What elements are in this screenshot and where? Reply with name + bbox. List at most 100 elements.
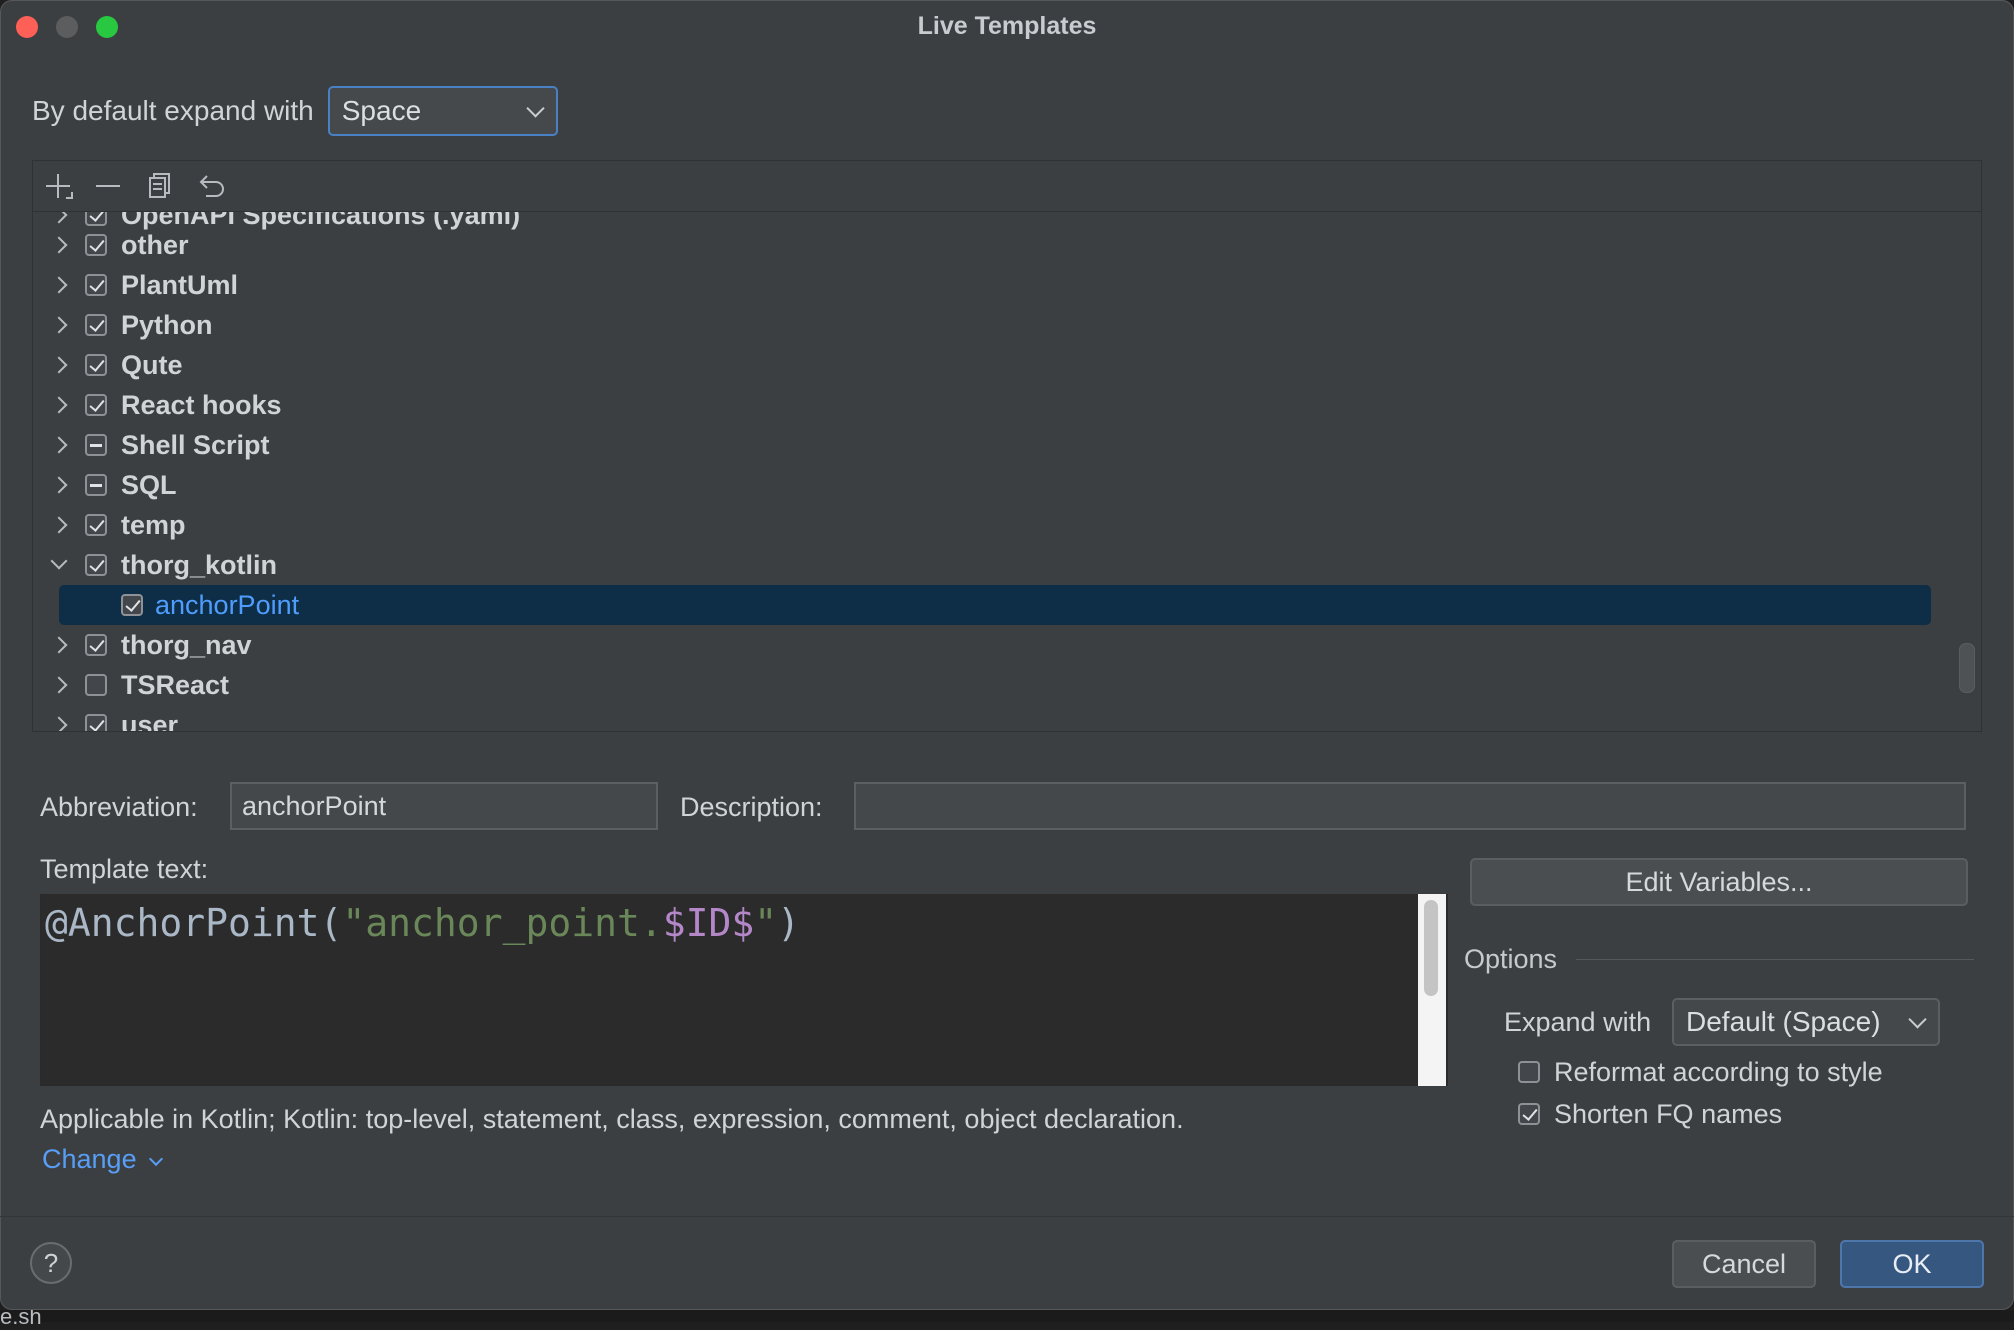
chevron-right-icon[interactable] [50,211,68,224]
group-checkbox-unchecked[interactable] [85,674,107,696]
undo-icon [199,175,224,197]
reformat-label: Reformat according to style [1554,1056,1883,1087]
remove-template-button[interactable] [91,169,125,203]
help-button[interactable]: ? [30,1242,72,1284]
options-divider [1576,959,1974,960]
chevron-right-icon[interactable] [50,636,68,654]
chevron-down-icon[interactable] [50,552,68,570]
title-bar: Live Templates [0,0,2014,54]
group-checkbox[interactable] [85,554,107,576]
tree-group-plantuml[interactable]: PlantUml [33,265,1981,305]
template-checkbox[interactable] [121,594,143,616]
minus-icon [96,185,120,187]
group-checkbox[interactable] [85,394,107,416]
editor-scrollbar-thumb[interactable] [1424,900,1438,996]
chevron-right-icon[interactable] [50,476,68,494]
group-checkbox-partial[interactable] [85,434,107,456]
group-label: temp [121,509,186,540]
revert-template-button[interactable] [193,169,227,203]
abbreviation-input[interactable]: anchorPoint [230,782,658,830]
group-label: SQL [121,469,177,500]
live-templates-dialog: Live Templates By default expand with Sp… [0,0,2014,1310]
tree-group-user[interactable]: user [33,705,1981,731]
group-checkbox[interactable] [85,514,107,536]
group-label: other [121,229,189,260]
group-checkbox[interactable] [85,274,107,296]
group-label: TSReact [121,669,230,700]
tree-group-other[interactable]: other [33,225,1981,265]
expand-with-select[interactable]: Default (Space) [1672,998,1940,1046]
edit-variables-button[interactable]: Edit Variables... [1470,858,1968,906]
group-label: React hooks [121,389,282,420]
templates-tree: OpenAPI Specifications (.yaml) other Pla… [33,211,1981,731]
code-paren: ) [777,901,801,945]
tree-item-anchor-point[interactable]: anchorPoint [59,585,1931,625]
cancel-button[interactable]: Cancel [1672,1240,1816,1288]
expand-with-value: Default (Space) [1686,1006,1881,1037]
tree-group-thorg-kotlin[interactable]: thorg_kotlin [33,545,1981,585]
description-label: Description: [680,792,823,822]
plus-icon [46,174,73,199]
group-checkbox[interactable] [85,354,107,376]
group-label: thorg_kotlin [121,549,277,580]
tree-group-shell-script[interactable]: Shell Script [33,425,1981,465]
code-string: "anchor_point. [342,901,663,945]
shorten-fq-label: Shorten FQ names [1554,1098,1783,1129]
chevron-right-icon[interactable] [50,676,68,694]
group-label: Python [121,309,213,340]
code-string-end: " [754,901,778,945]
tree-group-tsreact[interactable]: TSReact [33,665,1981,705]
group-checkbox[interactable] [85,211,107,226]
group-checkbox[interactable] [85,234,107,256]
applicable-contexts-text: Applicable in Kotlin; Kotlin: top-level,… [40,1104,1184,1134]
template-text-editor[interactable]: @AnchorPoint("anchor_point.$ID$") [40,894,1448,1086]
default-expand-row: By default expand with Space [32,86,558,136]
add-template-button[interactable] [41,169,75,203]
chevron-right-icon[interactable] [50,276,68,294]
group-label: Qute [121,349,183,380]
tree-group-qute[interactable]: Qute [33,345,1981,385]
tree-group-temp[interactable]: temp [33,505,1981,545]
default-expand-select[interactable]: Space [327,86,558,136]
template-text-label: Template text: [40,854,209,884]
copy-icon [149,173,170,198]
group-checkbox[interactable] [85,714,107,731]
abbreviation-label: Abbreviation: [40,792,198,822]
tree-group-python[interactable]: Python [33,305,1981,345]
change-link-label: Change [42,1144,137,1174]
chevron-right-icon[interactable] [50,716,68,731]
chevron-right-icon[interactable] [50,436,68,454]
options-header: Options [1464,944,1558,974]
change-contexts-link[interactable]: Change [42,1144,163,1175]
chevron-right-icon[interactable] [50,236,68,254]
chevron-right-icon[interactable] [50,316,68,334]
group-label: Shell Script [121,429,270,460]
chevron-right-icon[interactable] [50,396,68,414]
group-checkbox[interactable] [85,314,107,336]
background-strip [0,1310,2014,1322]
chevron-down-icon [148,1151,163,1167]
chevron-right-icon[interactable] [50,516,68,534]
group-label: PlantUml [121,269,239,300]
tree-group-thorg-nav[interactable]: thorg_nav [33,625,1981,665]
copy-template-button[interactable] [143,169,177,203]
description-input[interactable] [854,782,1966,830]
tree-group-react-hooks[interactable]: React hooks [33,385,1981,425]
reformat-option[interactable]: Reformat according to style [1518,1057,1883,1087]
group-checkbox-partial[interactable] [85,474,107,496]
shorten-fq-checkbox[interactable] [1518,1103,1540,1125]
templates-tree-panel: OpenAPI Specifications (.yaml) other Pla… [32,160,1982,732]
ok-button[interactable]: OK [1840,1240,1984,1288]
expand-with-label: Expand with [1504,1007,1652,1037]
tree-group-sql[interactable]: SQL [33,465,1981,505]
tree-scrollbar[interactable] [1959,643,1975,693]
default-expand-label: By default expand with [32,95,314,126]
chevron-right-icon[interactable] [50,356,68,374]
reformat-checkbox[interactable] [1518,1061,1540,1083]
dialog-title: Live Templates [917,12,1097,40]
template-label: anchorPoint [155,589,300,620]
editor-scrollbar-track[interactable] [1418,894,1446,1086]
group-label: thorg_nav [121,629,252,660]
group-checkbox[interactable] [85,634,107,656]
shorten-fq-option[interactable]: Shorten FQ names [1518,1099,1782,1129]
